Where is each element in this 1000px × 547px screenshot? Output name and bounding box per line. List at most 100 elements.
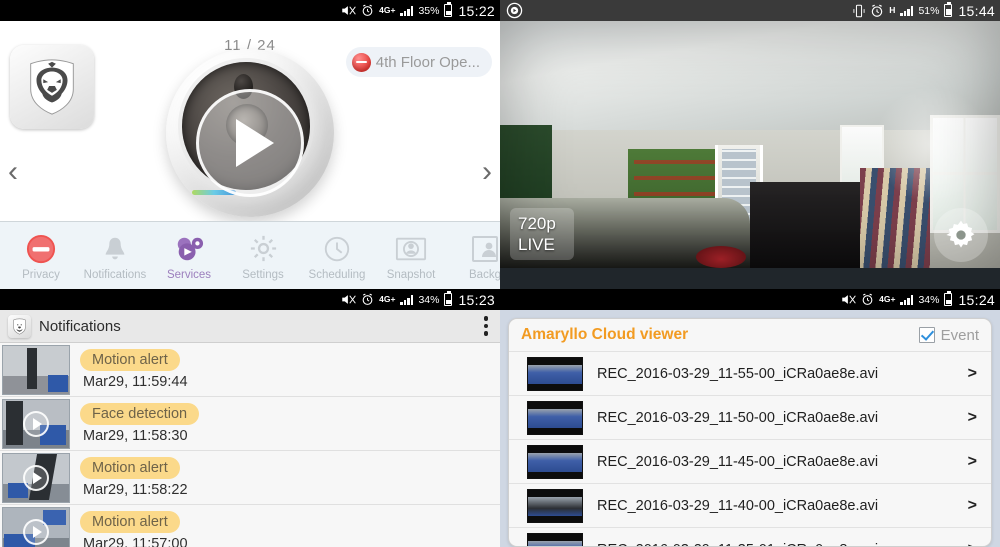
resolution-label: 720p [518,214,556,233]
bell-icon [78,231,152,267]
scene-vignette [500,21,1000,268]
play-button[interactable] [196,89,304,198]
vibrate-icon [853,4,865,18]
live-settings-button[interactable] [934,208,988,262]
network-4g-icon: 4G+ [879,294,896,305]
toolbar-item-background[interactable]: Backg [448,231,500,281]
event-checkbox[interactable] [918,327,935,343]
recording-thumbnail [527,356,583,391]
prev-device-arrow[interactable]: ‹ [8,157,30,187]
signal-bars-icon [400,294,414,305]
notification-timestamp: Mar29, 11:58:30 [83,428,188,444]
device-stage: 11 / 24 4th Floor Ope... ‹ › [0,21,500,221]
notifications-list[interactable]: Motion alert Mar29, 11:59:44 Face detect… [0,343,500,547]
play-icon [23,518,49,545]
event-filter-label: Event [940,326,979,344]
list-item[interactable]: Motion alert Mar29, 11:58:22 [0,451,500,505]
recording-thumbnail [527,400,583,435]
status-badge: Face detection [80,403,200,425]
device-toolbar: Privacy Notifications Services Settings … [0,221,500,289]
battery-percent-notif: 34% [418,293,440,306]
toolbar-item-settings[interactable]: Settings [226,231,300,281]
record-icon [506,2,523,19]
chevron-right-icon[interactable]: > [968,409,977,427]
table-row[interactable]: REC_2016-03-29_11-40-00_iCRa0ae8e.avi > [509,483,991,527]
toolbar-item-notifications[interactable]: Notifications [78,231,152,281]
battery-icon [444,2,453,17]
table-row[interactable]: REC_2016-03-29_11-50-00_iCRa0ae8e.avi > [509,395,991,439]
camera-device-image[interactable] [166,49,334,217]
toolbar-item-snapshot[interactable]: Snapshot [374,231,448,281]
chevron-right-icon[interactable]: > [968,453,977,471]
notification-timestamp: Mar29, 11:57:00 [83,536,188,547]
notification-meta: Motion alert Mar29, 11:59:44 [80,349,188,390]
table-row[interactable]: REC_2016-03-29_11-35-01_iCRa0ae8e.avi > [509,527,991,547]
page-title: Amaryllo Cloud viewer [521,326,689,343]
mute-icon [341,293,356,306]
toolbar-item-privacy[interactable]: Privacy [4,231,78,281]
chevron-right-icon[interactable]: > [968,541,977,547]
notification-thumbnail [2,506,70,547]
toolbar-label-services: Services [166,268,212,281]
alarm-icon [361,293,374,306]
event-filter[interactable]: Event [918,326,979,344]
notification-meta: Motion alert Mar29, 11:58:22 [80,457,188,498]
cloud-viewer-card: Amaryllo Cloud viewer Event REC_2016-03-… [508,318,992,547]
toolbar-item-scheduling[interactable]: Scheduling [300,231,374,281]
gear-icon [226,231,300,267]
recording-filename: REC_2016-03-29_11-50-00_iCRa0ae8e.avi [597,409,879,426]
status-badge: Motion alert [80,349,180,371]
amaryllo-lion-logo [8,314,31,338]
recording-filename: REC_2016-03-29_11-45-00_iCRa0ae8e.avi [597,453,879,470]
panel-live-view: H 51% 15:44 720p LIVE [500,0,1000,289]
chevron-right-icon[interactable]: > [968,497,977,515]
signal-bars-icon [900,294,914,305]
status-bar-left-live [506,2,523,19]
mute-icon [841,293,856,306]
alarm-icon [870,4,884,18]
notification-thumbnail [2,452,70,503]
battery-icon [944,291,953,306]
toolbar-item-services[interactable]: Services [152,231,226,281]
clock-device: 15:22 [458,2,495,19]
panel-cloud-viewer: 4G+ 34% 15:24 Amaryllo Cloud viewer Even… [500,289,1000,547]
battery-icon [444,291,453,306]
notification-thumbnail [2,344,70,395]
table-row[interactable]: REC_2016-03-29_11-45-00_iCRa0ae8e.avi > [509,439,991,483]
battery-percent-live: 51% [918,4,940,17]
screenshot-grid: 4G+ 35% 15:22 11 / 24 4th Floor Ope... ‹… [0,0,1000,547]
list-item[interactable]: Face detection Mar29, 11:58:30 [0,397,500,451]
list-item[interactable]: Motion alert Mar29, 11:57:00 [0,505,500,547]
stream-quality-badge[interactable]: 720p LIVE [510,208,574,260]
signal-bars-icon [900,5,914,16]
clock-icon [300,231,374,267]
live-video-feed[interactable]: 720p LIVE [500,21,1000,268]
recording-filename: REC_2016-03-29_11-40-00_iCRa0ae8e.avi [597,497,879,514]
cloud-viewer-header: Amaryllo Cloud viewer Event [509,319,991,351]
camera-illustration-wrap [0,49,500,217]
battery-percent-cloud: 34% [918,293,940,306]
recording-thumbnail [527,488,583,523]
recording-filename: REC_2016-03-29_11-35-01_iCRa0ae8e.avi [597,542,878,547]
network-4g-icon: 4G+ [379,294,396,305]
next-device-arrow[interactable]: › [470,157,492,187]
page-title: Notifications [39,317,121,335]
table-row[interactable]: REC_2016-03-29_11-55-00_iCRa0ae8e.avi > [509,351,991,395]
list-item[interactable]: Motion alert Mar29, 11:59:44 [0,343,500,397]
play-icon [236,119,274,168]
status-badge: Motion alert [80,457,180,479]
battery-percent-device: 35% [418,4,440,17]
toolbar-label-snapshot: Snapshot [386,268,436,281]
chevron-right-icon[interactable]: > [968,365,977,383]
play-icon [23,464,49,491]
toolbar-label-settings: Settings [242,268,284,281]
services-icon [152,231,226,267]
network-h-icon: H [889,5,896,16]
play-icon [23,410,49,437]
toolbar-label-scheduling: Scheduling [308,268,366,281]
notification-thumbnail [2,398,70,449]
network-4g-icon: 4G+ [379,5,396,16]
notification-meta: Motion alert Mar29, 11:57:00 [80,511,188,547]
status-badge: Motion alert [80,511,180,533]
kebab-menu-icon[interactable] [480,312,493,340]
